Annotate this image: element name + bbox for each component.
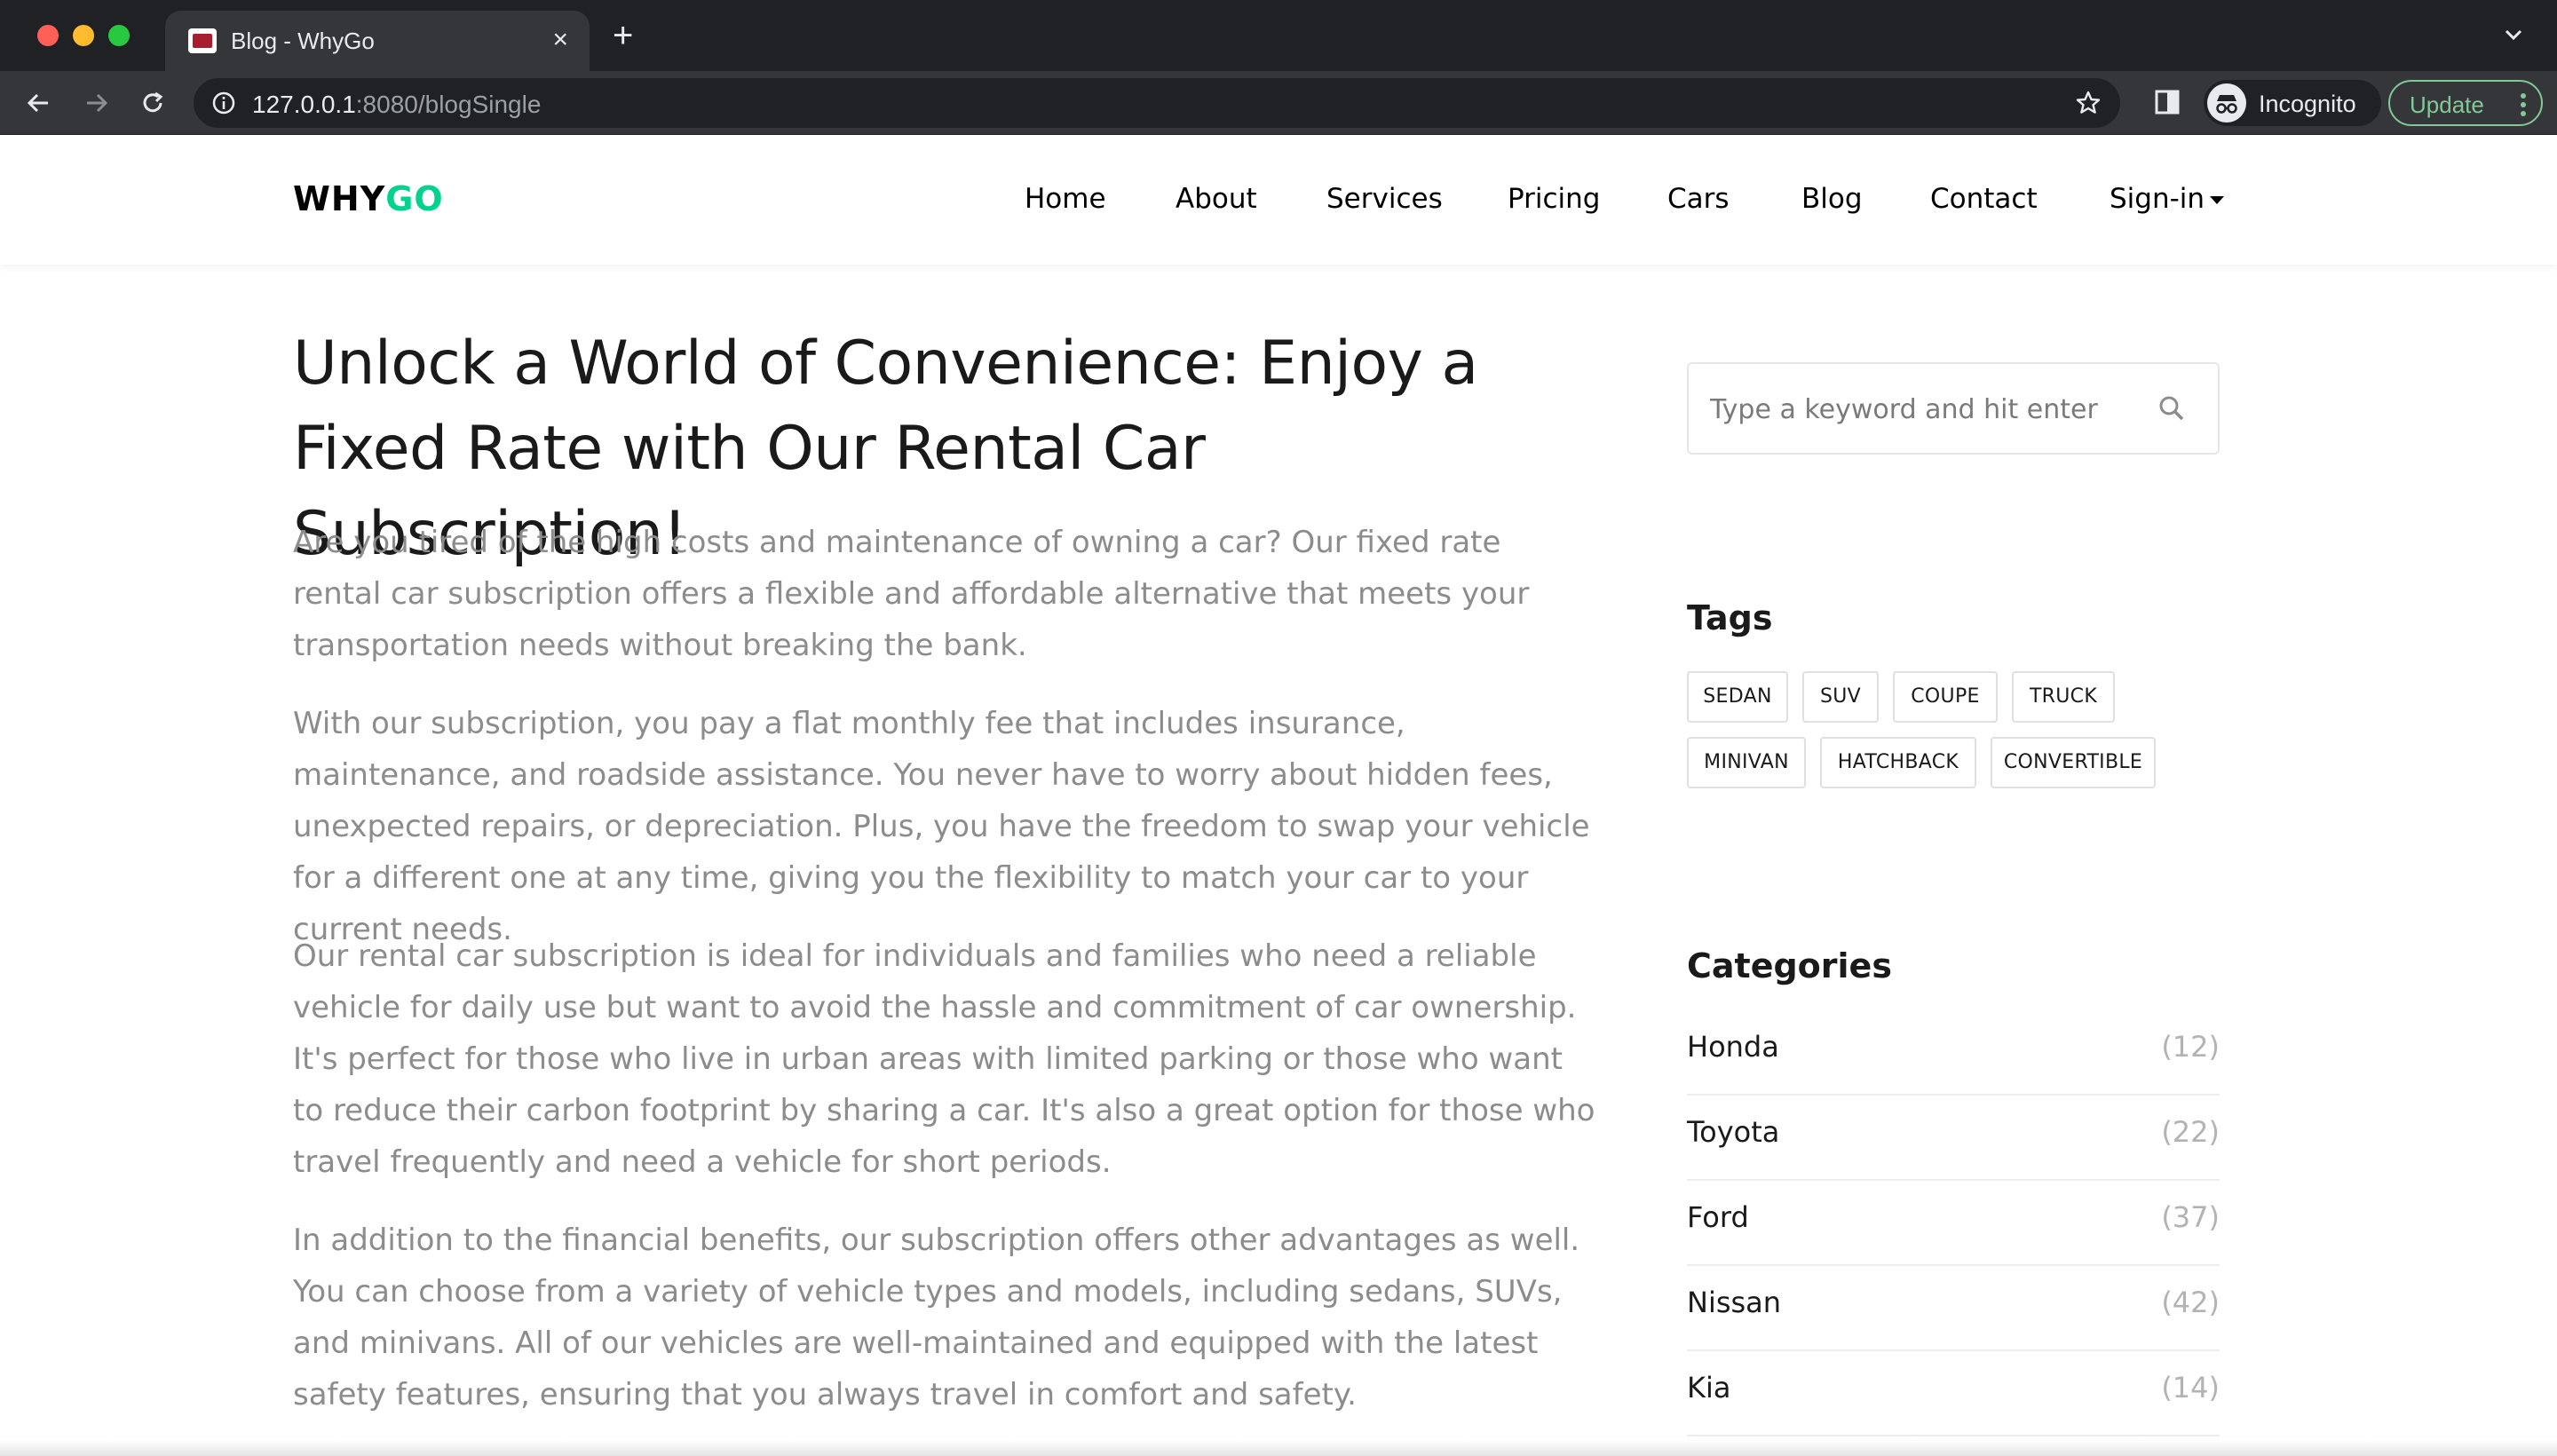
sidebar-search xyxy=(1687,362,2220,455)
url-text[interactable]: 127.0.0.1:8080/blogSingle xyxy=(252,91,541,119)
incognito-profile-button[interactable]: Incognito xyxy=(2204,80,2381,126)
post-paragraph: Our rental car subscription is ideal for… xyxy=(293,938,1595,1180)
category-item[interactable]: Honda (12) xyxy=(1687,1010,2220,1096)
favicon-icon xyxy=(188,28,217,53)
nav-cars[interactable]: Cars xyxy=(1667,183,1730,215)
category-count: (37) xyxy=(2161,1200,2220,1234)
update-button[interactable]: Update xyxy=(2388,80,2543,126)
incognito-icon xyxy=(2207,83,2246,123)
tag-hatchback[interactable]: HATCHBACK xyxy=(1820,737,1976,788)
nav-blog[interactable]: Blog xyxy=(1801,183,1863,215)
site-navbar: WHYGO Home About Services Pricing Cars B… xyxy=(0,135,2557,265)
search-icon[interactable] xyxy=(2157,394,2186,427)
site-logo[interactable]: WHYGO xyxy=(293,179,444,218)
nav-contact[interactable]: Contact xyxy=(1930,183,2038,215)
category-name[interactable]: Ford xyxy=(1687,1200,1749,1234)
category-name[interactable]: Toyota xyxy=(1687,1115,1779,1149)
tab-close-icon[interactable]: × xyxy=(552,25,568,55)
tag-sedan[interactable]: SEDAN xyxy=(1687,671,1788,723)
nav-home[interactable]: Home xyxy=(1025,183,1106,215)
reload-icon[interactable] xyxy=(137,87,169,119)
tags-heading: Tags xyxy=(1687,598,1773,637)
tag-minivan[interactable]: MINIVAN xyxy=(1687,737,1806,788)
category-name[interactable]: Honda xyxy=(1687,1030,1779,1064)
category-count: (22) xyxy=(2161,1115,2220,1149)
side-panel-icon[interactable] xyxy=(2152,87,2182,122)
incognito-label: Incognito xyxy=(2259,91,2356,117)
window-bottom-edge xyxy=(0,1440,2557,1456)
tag-truck[interactable]: TRUCK xyxy=(2012,671,2115,723)
categories-heading: Categories xyxy=(1687,946,1892,985)
tab-title: Blog - WhyGo xyxy=(231,28,375,54)
nav-signin-dropdown[interactable]: Sign-in xyxy=(2110,183,2225,215)
caret-down-icon xyxy=(2210,196,2225,204)
new-tab-icon[interactable]: + xyxy=(613,18,633,53)
forward-arrow-icon[interactable] xyxy=(80,87,112,119)
site-info-icon[interactable] xyxy=(211,91,236,120)
category-item[interactable]: Kia (14) xyxy=(1687,1351,2220,1436)
browser-tab-bar: Blog - WhyGo × + xyxy=(0,0,2557,71)
tag-suv[interactable]: SUV xyxy=(1802,671,1879,723)
web-page: WHYGO Home About Services Pricing Cars B… xyxy=(0,135,2557,1456)
post-paragraph: In addition to the financial benefits, o… xyxy=(293,1223,1580,1412)
nav-services[interactable]: Services xyxy=(1326,183,1443,215)
window-maximize-button[interactable] xyxy=(108,25,130,46)
tag-convertible[interactable]: CONVERTIBLE xyxy=(1991,737,2156,788)
address-bar[interactable]: 127.0.0.1:8080/blogSingle xyxy=(194,78,2120,128)
browser-toolbar: 127.0.0.1:8080/blogSingle Incognito Upda… xyxy=(0,71,2557,135)
category-name[interactable]: Kia xyxy=(1687,1371,1730,1405)
post-paragraph: With our subscription, you pay a flat mo… xyxy=(293,706,1590,947)
more-menu-icon[interactable] xyxy=(2520,92,2527,122)
category-count: (14) xyxy=(2161,1371,2220,1405)
window-minimize-button[interactable] xyxy=(73,25,94,46)
category-item[interactable]: Nissan (42) xyxy=(1687,1266,2220,1351)
browser-tab-active[interactable]: Blog - WhyGo × xyxy=(165,11,590,71)
back-arrow-icon[interactable] xyxy=(23,87,55,119)
category-count: (42) xyxy=(2161,1286,2220,1319)
window-close-button[interactable] xyxy=(37,25,59,46)
category-item[interactable]: Ford (37) xyxy=(1687,1181,2220,1266)
search-input[interactable] xyxy=(1710,389,2154,430)
tag-coupe[interactable]: COUPE xyxy=(1893,671,1998,723)
nav-about[interactable]: About xyxy=(1176,183,1257,215)
category-count: (12) xyxy=(2161,1030,2220,1064)
nav-pricing[interactable]: Pricing xyxy=(1508,183,1601,215)
post-paragraph: Are you tired of the high costs and main… xyxy=(293,525,1530,663)
update-label: Update xyxy=(2410,91,2484,118)
category-name[interactable]: Nissan xyxy=(1687,1286,1781,1319)
bookmark-star-icon[interactable] xyxy=(2074,89,2102,122)
tab-search-chevron-icon[interactable] xyxy=(2502,23,2525,51)
category-item[interactable]: Toyota (22) xyxy=(1687,1096,2220,1181)
